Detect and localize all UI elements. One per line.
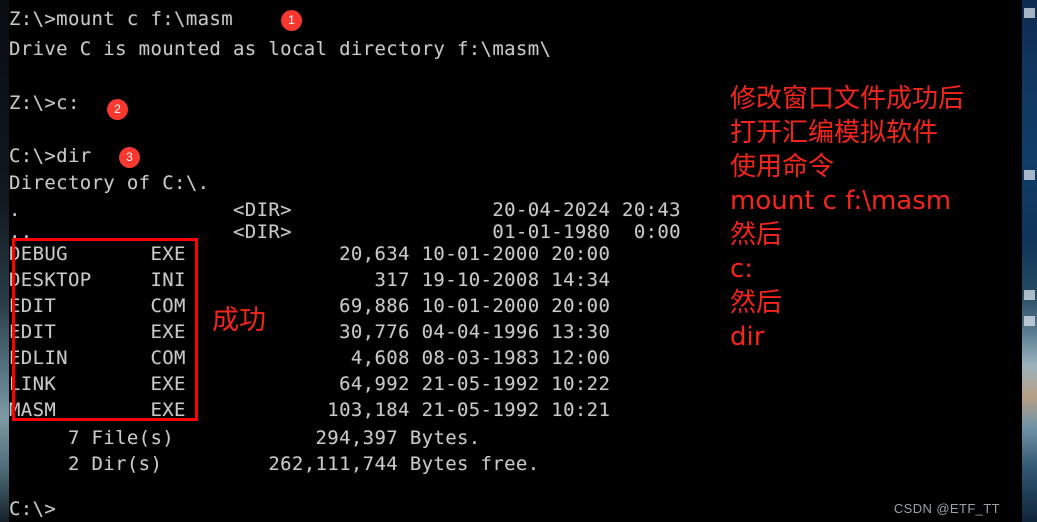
step-badge-3: 3 xyxy=(119,147,140,168)
terminal-line: C:\> xyxy=(9,498,57,520)
terminal-line: C:\>dir xyxy=(9,145,92,167)
annotation-line: 然后 xyxy=(730,220,783,250)
desktop-icon-lower-b[interactable] xyxy=(1024,316,1035,326)
annotation-instructions: 修改窗口文件成功后 打开汇编模拟软件 使用命令 mount c f:\masm 然后 c:… xyxy=(730,82,964,354)
annotation-line: c: xyxy=(730,254,754,284)
step-badge-1: 1 xyxy=(281,10,302,31)
terminal-line: 7 File(s) 294,397 Bytes. xyxy=(9,427,481,449)
annotation-line: mount c f:\masm xyxy=(730,186,952,216)
desktop-wallpaper-right xyxy=(1022,0,1037,522)
terminal-line: Z:\>c: xyxy=(9,92,80,114)
terminal-line: 2 Dir(s) 262,111,744 Bytes free. xyxy=(9,453,540,475)
dosbox-console[interactable]: Z:\>mount c f:\masm Drive C is mounted as… xyxy=(9,0,1022,522)
csdn-watermark: CSDN @ETF_TT xyxy=(893,501,1000,516)
annotation-line: 使用命令 xyxy=(730,152,835,182)
annotation-line: 打开汇编模拟软件 xyxy=(730,118,939,148)
annotation-success-label: 成功 xyxy=(212,305,266,336)
terminal-line: Z:\>mount c f:\masm xyxy=(9,8,233,30)
terminal-line: Drive C is mounted as local directory f:… xyxy=(9,38,552,60)
annotation-line: 然后 xyxy=(730,288,783,318)
desktop-icon-top[interactable] xyxy=(1024,8,1035,18)
annotation-line: dir xyxy=(730,322,765,352)
step-badge-2: 2 xyxy=(107,99,128,120)
desktop-wallpaper-left xyxy=(0,0,9,522)
terminal-line: . <DIR> 20-04-2024 20:43 xyxy=(9,199,681,221)
terminal-line: Directory of C:\. xyxy=(9,172,210,194)
dosbox-screenshot: Z:\>mount c f:\masm Drive C is mounted as… xyxy=(0,0,1037,522)
desktop-icon-lower-a[interactable] xyxy=(1024,290,1035,300)
annotation-line: 修改窗口文件成功后 xyxy=(730,84,965,114)
file-listing-highlight-box xyxy=(12,238,198,421)
desktop-icon-middle[interactable] xyxy=(1024,170,1035,180)
